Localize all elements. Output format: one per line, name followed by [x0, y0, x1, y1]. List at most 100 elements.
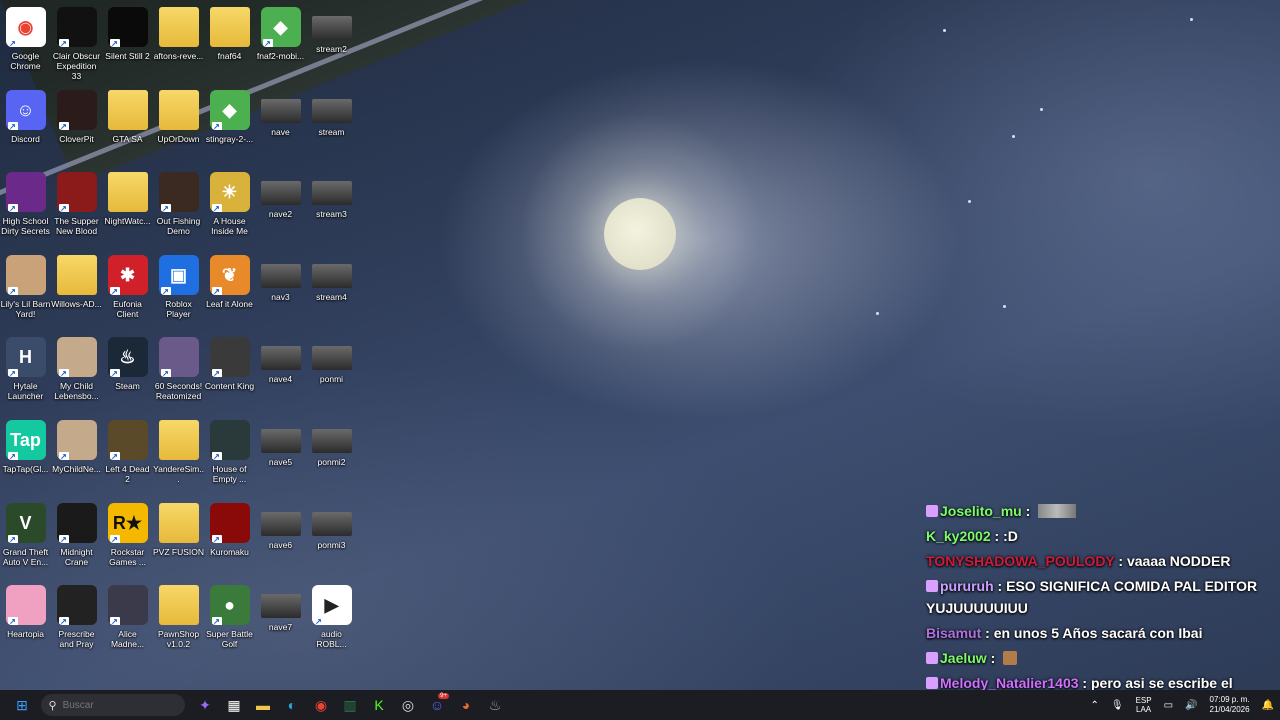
roblox-icon: ▣ ↗ [158, 254, 199, 295]
desktop-icon[interactable]: UpOrDown [153, 85, 204, 167]
firefox-icon[interactable]: ◕ [454, 693, 478, 717]
desktop-icon[interactable]: ● ↗ Super Battle Golf [204, 580, 255, 662]
desktop-icon[interactable]: ▶ ↗ audio ROBL... [306, 580, 357, 662]
desktop-icon[interactable]: ponmi2 [306, 415, 357, 497]
desktop-icon[interactable]: nave6 [255, 498, 306, 580]
clock[interactable]: 07:09 p. m. 21/04/2026 [1210, 695, 1250, 715]
video-thumbnail-icon [260, 511, 301, 536]
desktop-icon[interactable]: ☺ ↗ Discord [0, 85, 51, 167]
desktop-icon[interactable]: ↗ Silent Still 2 [102, 2, 153, 84]
desktop-icon[interactable]: fnaf64 [204, 2, 255, 84]
desktop-icon[interactable]: ◆ ↗ stingray-2-... [204, 85, 255, 167]
desktop-icon[interactable]: Tap ↗ TapTap(Gl... [0, 415, 51, 497]
desktop-icon[interactable]: nave4 [255, 332, 306, 414]
taskbar-apps: ✦ ▦ ▬ ◐ ◉ ▥ K ◎ ☺ 9+ ◕ ♨ [191, 693, 510, 717]
icon-glyph: ● [224, 595, 235, 616]
desktop-icon[interactable]: PVZ FUSION [153, 498, 204, 580]
chat-username[interactable]: Melody_Natalier1403 [940, 675, 1079, 691]
bluestacks-icon: ◆ ↗ [209, 89, 250, 130]
desktop-icon[interactable]: ↗ Kuromaku [204, 498, 255, 580]
language-indicator[interactable]: ESP LAA [1136, 696, 1152, 714]
desktop-icon[interactable]: V ↗ Grand Theft Auto V En... [0, 498, 51, 580]
desktop-icon[interactable]: R★ ↗ Rockstar Games ... [102, 498, 153, 580]
desktop-icon[interactable]: ◉ ↗ Google Chrome [0, 2, 51, 84]
desktop-icon[interactable]: ↗ CloverPit [51, 85, 102, 167]
desktop-icon[interactable]: stream [306, 85, 357, 167]
desktop-icon[interactable]: ↗ Content King [204, 332, 255, 414]
desktop-icon[interactable]: nave7 [255, 580, 306, 662]
desktop-icon[interactable]: ↗ Out Fishing Demo [153, 167, 204, 249]
desktop-icon[interactable]: ↗ MyChildNe... [51, 415, 102, 497]
desktop-icon[interactable]: nave5 [255, 415, 306, 497]
desktop-icon[interactable]: aftons-reve... [153, 2, 204, 84]
desktop-icon[interactable]: ↗ 60 Seconds! Reatomized [153, 332, 204, 414]
desktop-icon[interactable]: NightWatc... [102, 167, 153, 249]
desktop-icon[interactable]: ☀ ↗ A House Inside Me [204, 167, 255, 249]
desktop-icon-label: nave5 [268, 457, 293, 467]
desktop-icon[interactable]: stream3 [306, 167, 357, 249]
desktop-icon[interactable]: YandereSim... [153, 415, 204, 497]
video-thumbnail-icon [260, 98, 301, 123]
desktop-icon-label: stingray-2-... [205, 133, 254, 144]
microphone-icon[interactable]: 🎙 [1111, 700, 1124, 711]
shortcut-arrow-icon: ↗ [109, 452, 120, 460]
chat-username[interactable]: TONYSHADOWA_POULODY [926, 553, 1115, 569]
desktop-icon-label: MyChildNe... [52, 464, 101, 474]
desktop-icon[interactable]: ♨ ↗ Steam [102, 332, 153, 414]
chat-username[interactable]: K_ky2002 [926, 528, 991, 544]
desktop-icon[interactable]: ponmi [306, 332, 357, 414]
desktop-icon[interactable]: ↗ My Child Lebensbo... [51, 332, 102, 414]
chat-username[interactable]: Jaeluw [940, 650, 987, 666]
windows-start-icon[interactable]: ⊞ [10, 693, 34, 717]
network-icon[interactable]: ▭ [1164, 700, 1173, 711]
desktop-icon[interactable]: stream4 [306, 250, 357, 332]
desktop-icon[interactable]: ↗ Lily's Lil Barn Yard! [0, 250, 51, 332]
edge-icon[interactable]: ◐ [280, 693, 304, 717]
search-input[interactable] [62, 699, 153, 711]
desktop-icon-label: nave6 [268, 539, 293, 550]
desktop-icon[interactable]: nave2 [255, 167, 306, 249]
desktop-icon[interactable]: ↗ Heartopia [0, 580, 51, 662]
desktop-icon[interactable]: ◆ ↗ fnaf2-mobi... [255, 2, 306, 84]
desktop-icon[interactable]: ↗ The Supper New Blood [51, 167, 102, 249]
obs-icon[interactable]: ◎ [396, 693, 420, 717]
desktop-icon[interactable]: ↗ High School Dirty Secrets [0, 167, 51, 249]
speaker-icon[interactable]: 🔊 [1185, 700, 1197, 711]
desktop-icon[interactable]: nav3 [255, 250, 306, 332]
desktop-icon[interactable]: ↗ Alice Madne... [102, 580, 153, 662]
desktop-icon[interactable]: ↗ Left 4 Dead 2 [102, 415, 153, 497]
desktop-icon[interactable]: ↗ House of Empty ... [204, 415, 255, 497]
desktop-icon[interactable]: H ↗ Hytale Launcher [0, 332, 51, 414]
shortcut-arrow-icon: ↗ [109, 369, 120, 378]
desktop-icon[interactable]: stream2 [306, 2, 357, 84]
desktop-icon-label: PVZ FUSION [153, 546, 205, 557]
desktop-icon[interactable]: ✱ ↗ Eufonia Client [102, 250, 153, 332]
chat-username[interactable]: pururuh [940, 578, 994, 594]
desktop-icon[interactable]: ❦ ↗ Leaf it Alone [204, 250, 255, 332]
notification-icon[interactable]: 🔔 [1262, 700, 1274, 711]
chat-username[interactable]: Joselito_mu [940, 503, 1022, 519]
chat-username[interactable]: Bisamut [926, 625, 981, 641]
kuromaku-icon: ↗ [209, 502, 250, 543]
desktop-icon[interactable]: PawnShop v1.0.2 [153, 580, 204, 662]
desktop-icon[interactable]: ↗ Clair Obscur Expedition 33 [51, 2, 102, 84]
kick-icon[interactable]: K [367, 693, 391, 717]
desktop-icon[interactable]: Willows-AD... [51, 250, 102, 332]
discord-icon[interactable]: ☺ 9+ [425, 693, 449, 717]
excel-like-icon[interactable]: ▥ [338, 693, 362, 717]
chrome-icon[interactable]: ◉ [309, 693, 333, 717]
copilot-icon[interactable]: ✦ [193, 693, 217, 717]
system-tray: ⌃ 🎙 ESP LAA ▭ 🔊 07:09 p. m. 21/04/2026 🔔 [1084, 690, 1280, 720]
desktop-icon[interactable]: nave [255, 85, 306, 167]
desktop-icon[interactable]: ↗ Midnight Crane [51, 498, 102, 580]
steam-icon[interactable]: ♨ [483, 693, 507, 717]
chevron-up-icon[interactable]: ⌃ [1090, 700, 1098, 711]
file-explorer-icon[interactable]: ▬ [251, 693, 275, 717]
desktop-icon[interactable]: ponmi3 [306, 498, 357, 580]
desktop-icon[interactable]: ↗ Prescribe and Pray [51, 580, 102, 662]
desktop-icon[interactable]: GTA SA [102, 85, 153, 167]
icon-glyph: ◉ [17, 17, 34, 37]
search-box[interactable]: ⚲ [40, 694, 185, 716]
desktop-icon[interactable]: ▣ ↗ Roblox Player [153, 250, 204, 332]
microsoft-store-icon[interactable]: ▦ [222, 693, 246, 717]
